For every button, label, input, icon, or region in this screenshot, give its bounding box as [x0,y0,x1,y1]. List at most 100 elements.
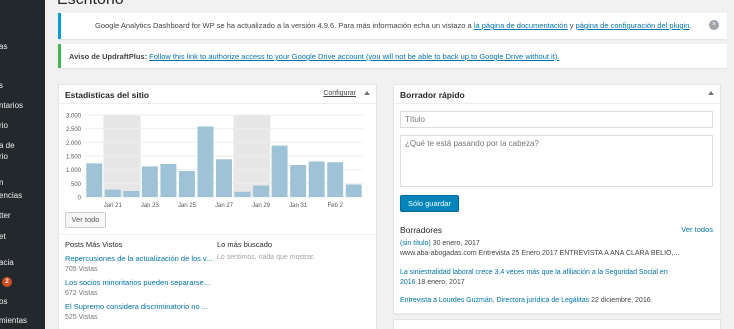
divider [59,234,376,235]
chart-bar [178,171,195,197]
chart-bar [253,185,270,197]
draft-link[interactable]: La siniestralidad laboral crece 3.4 vece… [400,269,668,276]
sidebar-item-label: et [0,232,6,241]
post-views: 525 Vistas [65,314,98,321]
notice-text: Aviso de UpdraftPlus: Follow this link t… [69,52,559,61]
page-title: Escritorio [57,0,124,9]
draft-item: (sin título) 30 enero, 2017 [400,240,480,247]
draft-item: 2016 18 enero, 2017 [400,279,465,286]
notice-text-part: . [689,21,692,30]
sidebar-item[interactable]: tter [0,209,45,223]
dismiss-icon[interactable]: × [709,20,719,30]
chart-bar [345,184,362,197]
sidebar-item-label: rio [0,152,8,161]
chart-bar [197,126,214,197]
y-tick-label: 2.500 [66,127,82,133]
sidebar-item-label: mientas [0,316,28,325]
chart-bar [308,161,325,197]
y-tick-label: 500 [71,182,82,188]
post-link[interactable]: Repercusiones de la actualización de los… [65,254,212,263]
draft-excerpt: www.aba-abogadas.com Entrevista 25 Enero… [400,250,680,257]
sidebar-item-label: encias [0,191,23,200]
sidebar-item[interactable]: mientas [0,314,45,328]
collapse-arrow-icon[interactable] [364,91,370,95]
sidebar-item[interactable]: n [0,176,45,190]
chart-bar [216,159,232,197]
collapse-arrow-icon[interactable] [708,91,714,95]
y-tick-label: 1.000 [66,168,82,174]
x-tick-label: Jan 27 [215,203,234,209]
ga-update-notice: Google Analytics Dashboard for WP se ha … [58,13,727,39]
notice-text: Google Analytics Dashboard for WP se ha … [95,21,692,30]
draft-link[interactable]: Entrevista a Lourdes Guzmán, Directora j… [400,297,589,304]
configure-link[interactable]: Configurar [323,90,356,97]
sidebar-item[interactable]: s [0,79,45,93]
draft-link[interactable]: (sin título) [400,240,431,247]
sidebar-item-label: ntarios [0,101,24,110]
chart-bar [123,190,140,197]
chart-bar [234,191,251,197]
admin-sidebar: as s ntarios rio a de rio n encias tter … [0,0,45,329]
x-tick-label: Jan 25 [178,203,197,209]
draft-date: 22 diciembre, 2016 [591,297,651,304]
chart-bar [86,163,103,197]
chart-bar [290,165,307,197]
update-count-badge: 2 [2,277,12,287]
sidebar-item[interactable]: rio [0,119,45,133]
sidebar-item-label: n [0,178,4,187]
widget-header: Borrador rápido [394,85,720,104]
x-tick-label: Jan 23 [141,203,160,209]
widget-header: Estadísticas del sitio Configurar [59,85,376,104]
post-link[interactable]: Los socios minoritarios pueden separarse… [65,278,210,287]
quick-draft-widget: Borrador rápido Título ¿Qué te está pasa… [393,84,721,314]
post-link[interactable]: El Supremo considera discriminatorio no … [65,302,208,311]
sidebar-item-label: s [0,81,3,90]
drafts-heading: Borradores [400,225,443,235]
plugin-settings-link[interactable]: página de configuración del plugin [576,21,690,30]
y-tick-label: 2.000 [66,141,82,147]
draft-item: La siniestralidad laboral crece 3.4 vece… [400,269,668,276]
widget-title: Borrador rápido [400,90,465,100]
draft-link[interactable]: 2016 [400,279,416,286]
sidebar-item[interactable]: as [0,40,45,54]
sidebar-item-label: os [0,297,8,306]
next-widget [393,319,721,329]
view-all-drafts-link[interactable]: Ver todos [681,225,713,234]
most-viewed-heading: Posts Más Vistos [65,240,123,249]
documentation-link[interactable]: la página de documentación [474,21,568,30]
sidebar-item[interactable]: et [0,230,45,244]
updraft-notice: Aviso de UpdraftPlus: Follow this link t… [58,44,727,68]
post-views: 705 Vistas [65,266,98,273]
sidebar-item-label: rio [0,121,8,130]
sidebar-item-label: as [0,42,8,51]
x-tick-label: Jan 31 [289,203,308,209]
sidebar-item-label: acia [0,258,14,267]
view-all-button[interactable]: Ver todo [65,212,106,228]
draft-content-textarea[interactable]: ¿Qué te está pasando por la cabeza? [400,135,713,187]
save-draft-button[interactable]: Sólo guardar [400,195,459,212]
most-searched-heading: Lo más buscado [217,240,273,249]
chart-bar [271,145,288,197]
notice-text-part: y [567,21,576,30]
chart-bar [327,162,344,197]
y-tick-label: 0 [78,196,82,202]
notice-label: Aviso de UpdraftPlus: [69,52,148,61]
sidebar-item[interactable]: encias [0,189,45,203]
sidebar-item[interactable]: os [0,295,45,309]
draft-title-input[interactable]: Título [400,111,713,128]
chart-bar [104,189,121,197]
draft-date: 30 enero, 2017 [432,240,480,247]
sidebar-item[interactable]: acia [0,256,45,270]
x-tick-label: Jan 21 [104,203,123,209]
authorize-drive-link[interactable]: Follow this link to authorize access to … [149,52,559,61]
notice-text-part: Google Analytics Dashboard for WP se ha … [95,21,474,30]
post-views: 672 Vistas [65,290,98,297]
x-tick-label: Jan 29 [252,203,271,209]
y-tick-label: 1.500 [66,155,82,161]
x-tick-label: Feb 2 [328,203,344,209]
sidebar-item[interactable]: rio [0,150,45,164]
site-stats-widget: Estadísticas del sitio Configurar 3.000 2… [58,84,377,329]
sidebar-item[interactable]: ntarios [0,99,45,113]
sidebar-item[interactable]: 2 [0,275,45,289]
stats-bar-chart: 3.000 2.500 2.000 1.500 1.000 500 0 Jan 21 Jan 2… [66,114,363,209]
